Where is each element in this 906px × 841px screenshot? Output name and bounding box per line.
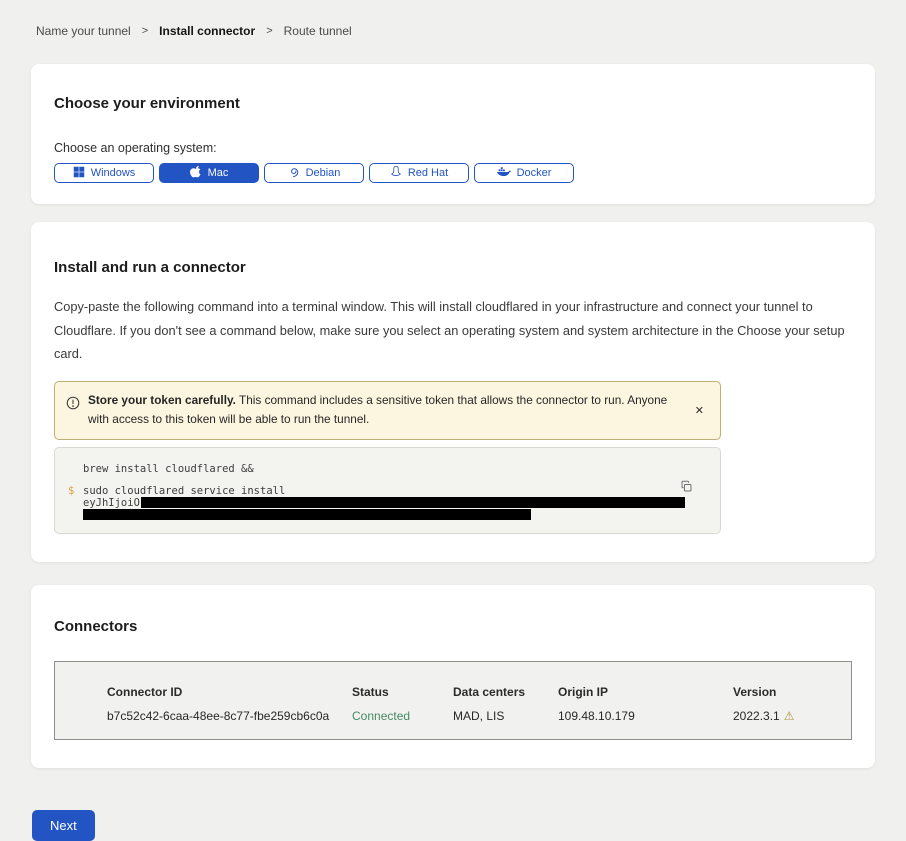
- connector-table-row: b7c52c42-6caa-48ee-8c77-fbe259cb6c0a Con…: [107, 709, 841, 723]
- install-connector-card: Install and run a connector Copy-paste t…: [31, 222, 875, 562]
- header-origin-ip: Origin IP: [558, 685, 733, 699]
- code-line-2: $ sudo cloudflared service install eyJhI…: [68, 485, 680, 520]
- header-data-centers: Data centers: [453, 685, 558, 699]
- warning-close-button[interactable]: ✕: [691, 402, 708, 419]
- os-button-label: Windows: [91, 167, 136, 179]
- os-button-label: Red Hat: [408, 167, 448, 179]
- version-number: 2022.3.1: [733, 709, 780, 723]
- install-command-code-block: brew install cloudflared && $ sudo cloud…: [54, 447, 721, 534]
- apple-logo-icon: [190, 165, 202, 181]
- install-card-title: Install and run a connector: [54, 259, 852, 276]
- version-warning-icon[interactable]: ⚠: [784, 710, 795, 722]
- token-warning-bold: Store your token carefully.: [88, 393, 236, 407]
- code-line-2-group: sudo cloudflared service install eyJhIjo…: [83, 485, 685, 520]
- redhat-icon: [390, 165, 402, 181]
- copy-command-button[interactable]: [678, 478, 695, 498]
- os-button-row: Windows Mac Debian Red Hat Docker: [54, 163, 852, 183]
- info-circle-icon: [66, 396, 80, 416]
- os-select-label: Choose an operating system:: [54, 141, 852, 155]
- debian-swirl-icon: [288, 166, 300, 181]
- token-warning-banner: Store your token carefully. This command…: [54, 381, 721, 440]
- connectors-table: Connector ID Status Data centers Origin …: [54, 661, 852, 740]
- os-button-label: Docker: [517, 167, 552, 179]
- os-button-mac[interactable]: Mac: [159, 163, 259, 183]
- connectors-card-title: Connectors: [54, 618, 852, 635]
- windows-logo-icon: [73, 166, 85, 181]
- connector-id-value: b7c52c42-6caa-48ee-8c77-fbe259cb6c0a: [107, 709, 352, 723]
- os-button-windows[interactable]: Windows: [54, 163, 154, 183]
- breadcrumb-route-tunnel[interactable]: Route tunnel: [284, 24, 352, 38]
- status-badge: Connected: [352, 709, 453, 723]
- shell-prompt: $: [68, 485, 83, 497]
- install-description: Copy-paste the following command into a …: [54, 295, 852, 366]
- choose-environment-card: Choose your environment Choose an operat…: [31, 64, 875, 204]
- breadcrumb: Name your tunnel > Install connector > R…: [0, 0, 906, 38]
- origin-ip-value: 109.48.10.179: [558, 709, 733, 723]
- code-line-1-text: brew install cloudflared &&: [83, 463, 680, 475]
- breadcrumb-name-your-tunnel[interactable]: Name your tunnel: [36, 24, 131, 38]
- os-button-label: Mac: [208, 167, 229, 179]
- breadcrumb-separator: >: [266, 25, 272, 37]
- data-centers-value: MAD, LIS: [453, 709, 558, 723]
- docker-whale-icon: [497, 166, 511, 180]
- token-prefix: eyJhIjoiO: [83, 497, 140, 509]
- os-button-redhat[interactable]: Red Hat: [369, 163, 469, 183]
- version-value: 2022.3.1 ⚠: [733, 709, 841, 723]
- code-line-2-text: sudo cloudflared service install: [83, 485, 285, 497]
- environment-card-title: Choose your environment: [54, 95, 852, 112]
- token-redaction-bar-1: [141, 497, 685, 508]
- header-status: Status: [352, 685, 453, 699]
- next-button[interactable]: Next: [32, 810, 95, 841]
- copy-icon: [680, 481, 693, 496]
- token-redaction-bar-2: [83, 509, 531, 520]
- code-line-1: brew install cloudflared &&: [68, 463, 680, 475]
- os-button-docker[interactable]: Docker: [474, 163, 574, 183]
- connectors-card: Connectors Connector ID Status Data cent…: [31, 585, 875, 768]
- os-button-debian[interactable]: Debian: [264, 163, 364, 183]
- token-line: eyJhIjoiO: [83, 497, 685, 509]
- breadcrumb-install-connector[interactable]: Install connector: [159, 24, 255, 38]
- connectors-table-header-row: Connector ID Status Data centers Origin …: [107, 685, 841, 699]
- token-warning-text: Store your token carefully. This command…: [88, 391, 683, 430]
- header-version: Version: [733, 685, 841, 699]
- breadcrumb-separator: >: [142, 25, 148, 37]
- os-button-label: Debian: [306, 167, 341, 179]
- header-connector-id: Connector ID: [107, 685, 352, 699]
